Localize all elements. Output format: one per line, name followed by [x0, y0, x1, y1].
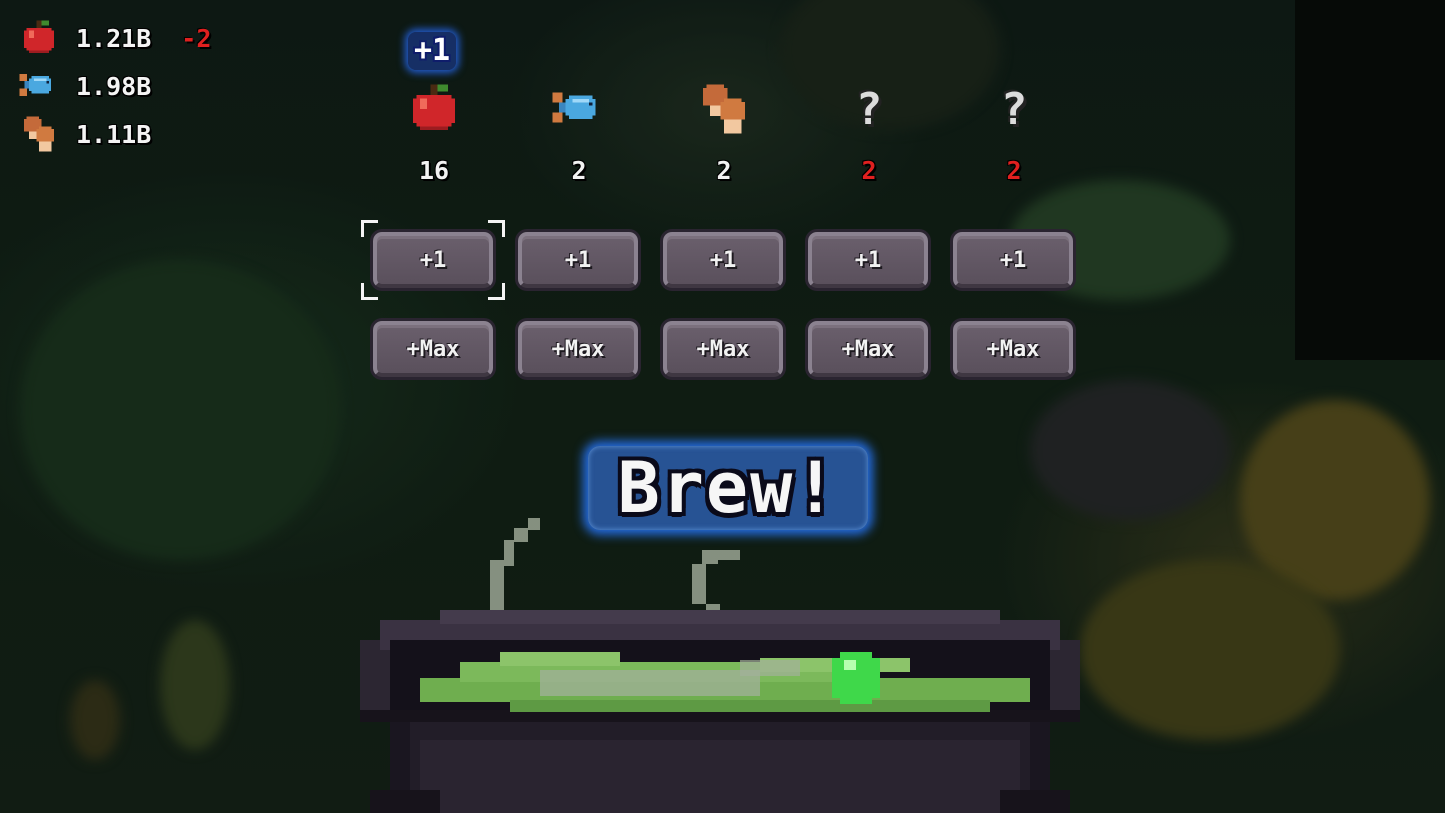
- add-max-apple-button[interactable]: +Max: [373, 321, 493, 377]
- add-one-fish-button[interactable]: +1: [518, 232, 638, 288]
- add-one-unknown-button[interactable]: +1: [953, 232, 1073, 288]
- ingredient-count: 16: [418, 156, 450, 185]
- ingredient-count: 2: [1006, 156, 1022, 185]
- resource-row-fish: 1.98B: [16, 66, 151, 106]
- ingredient-count: 2: [571, 156, 587, 185]
- resource-delta: -2: [181, 23, 212, 53]
- add-one-unknown-button[interactable]: +1: [808, 232, 928, 288]
- add-one-apple-button[interactable]: +1: [373, 232, 493, 288]
- resource-value: 1.11B: [76, 119, 152, 149]
- question-mark-icon: ?: [1000, 83, 1028, 135]
- add-max-unknown-button[interactable]: +Max: [808, 321, 928, 377]
- game-scene: 1.21B -2 1.98B 1.11B +1 16 2 2 ? 2 ? 2 +…: [0, 0, 1445, 813]
- ingredient-slot-mushroom: 2: [661, 78, 787, 185]
- resource-row-apple: 1.21B -2: [16, 18, 211, 58]
- apple-icon: [16, 18, 62, 58]
- mushroom-icon: [694, 78, 754, 140]
- brew-button[interactable]: Brew!: [588, 446, 868, 530]
- resource-value: 1.98B: [76, 71, 152, 101]
- ingredient-count: 2: [716, 156, 732, 185]
- ingredient-slot-fish: 2: [516, 78, 642, 185]
- resource-row-mushroom: 1.11B: [16, 114, 151, 154]
- mushroom-icon: [16, 114, 62, 154]
- add-one-mushroom-button[interactable]: +1: [663, 232, 783, 288]
- add-max-fish-button[interactable]: +Max: [518, 321, 638, 377]
- fish-icon: [549, 78, 609, 140]
- ingredient-slot-unknown: ? 2: [951, 78, 1077, 186]
- floating-gain-text: +1: [408, 32, 457, 70]
- resource-value: 1.21B: [76, 23, 152, 53]
- cauldron-image: [360, 518, 1080, 813]
- add-max-mushroom-button[interactable]: +Max: [663, 321, 783, 377]
- fish-icon: [16, 66, 62, 106]
- ingredient-count: 2: [861, 156, 877, 185]
- apple-icon: [404, 78, 464, 140]
- ingredient-slot-apple: 16: [371, 78, 497, 185]
- question-mark-icon: ?: [855, 83, 883, 135]
- ingredient-slot-unknown: ? 2: [806, 78, 932, 186]
- add-max-unknown-button[interactable]: +Max: [953, 321, 1073, 377]
